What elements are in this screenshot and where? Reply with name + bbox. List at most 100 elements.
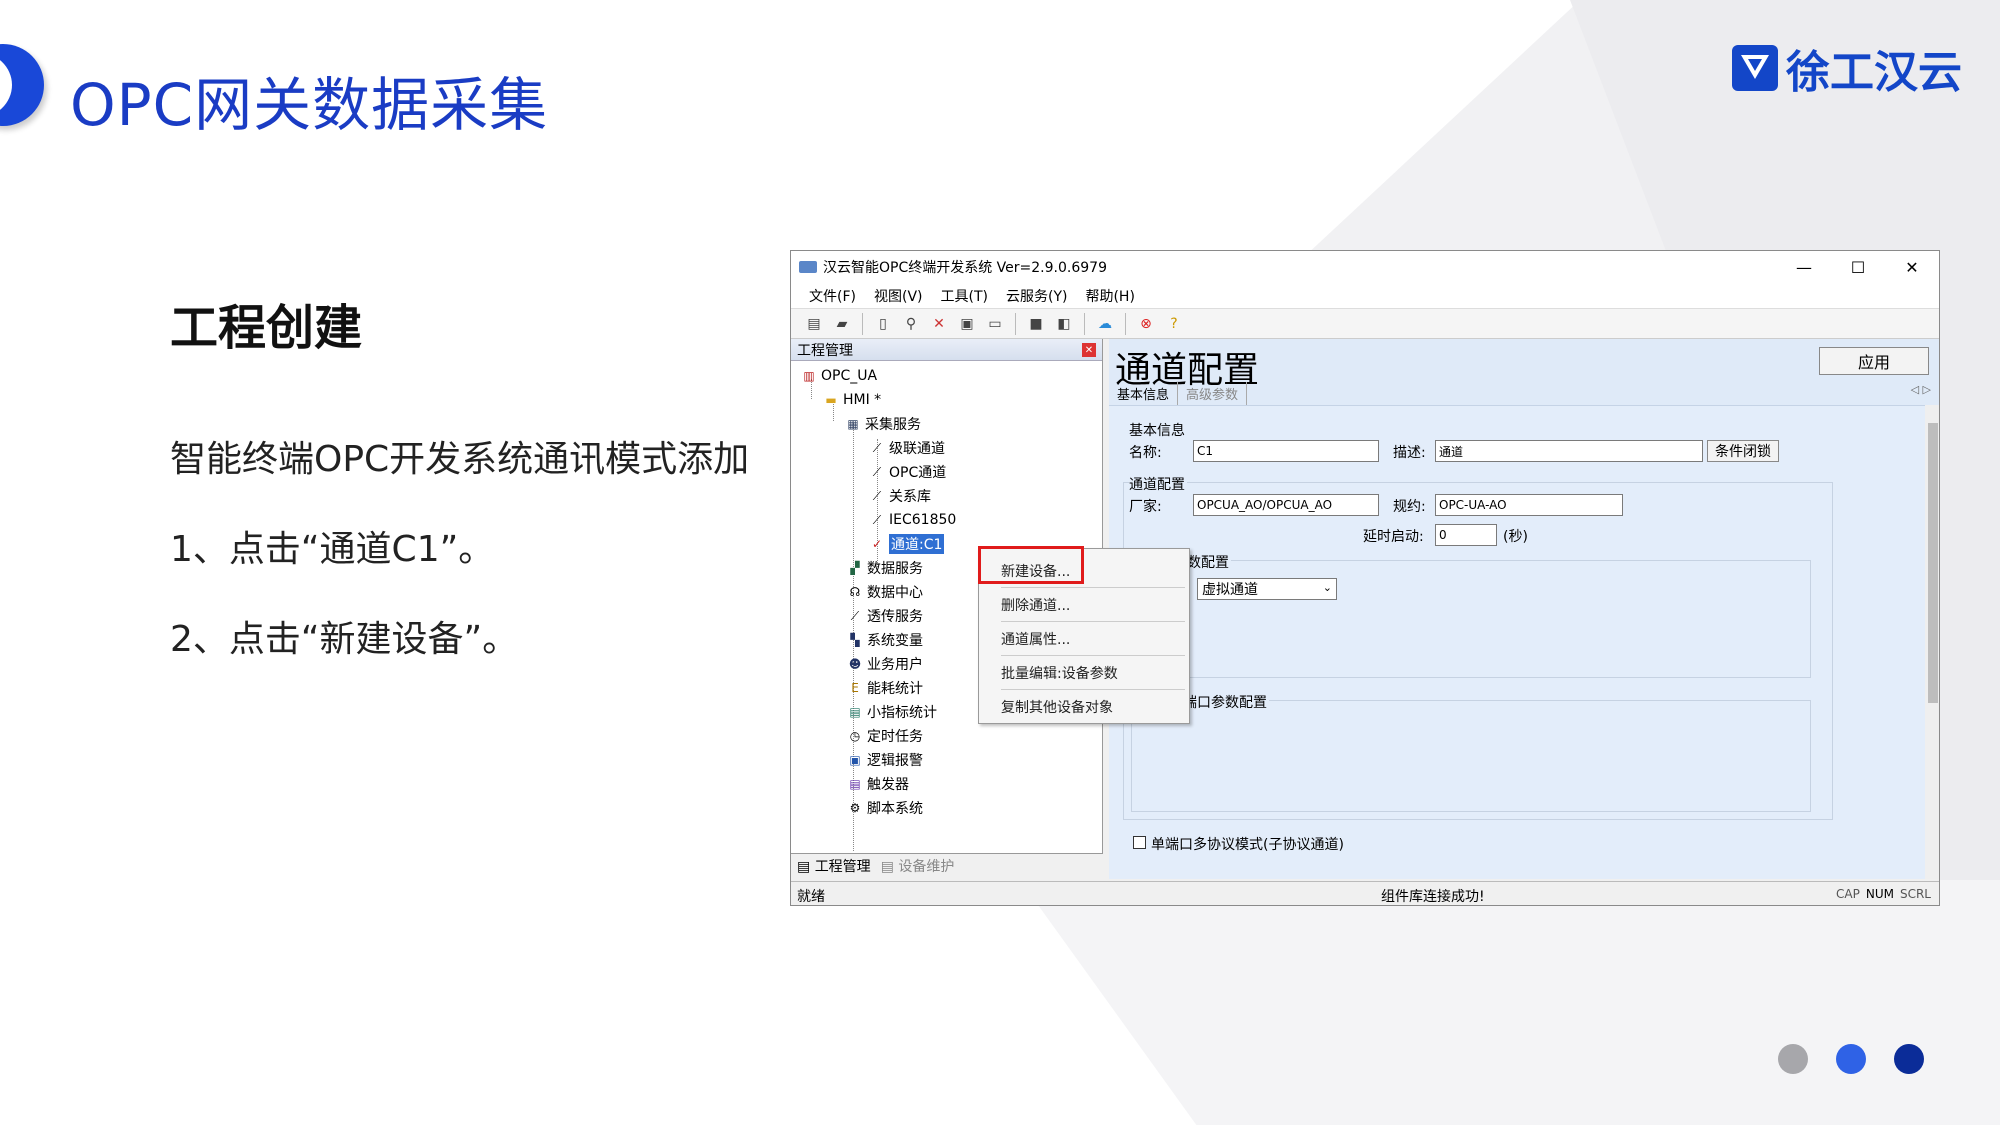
check-icon: ✓ bbox=[871, 537, 883, 551]
project-tree: ▥ OPC_UA ▬ HMI * ▦ 采集服务 ⟋ 级联通道 ⟋ OPC通道 ⟋ 关系库 ⟋… bbox=[791, 361, 1102, 851]
project-pane-header: 工程管理 ✕ bbox=[791, 339, 1102, 361]
tree-node-kpi-stats[interactable]: ▤ 小指标统计 bbox=[847, 701, 937, 723]
toolbar-separator bbox=[862, 312, 863, 335]
menu-item-copy-device[interactable]: 复制其他设备对象 bbox=[1001, 695, 1113, 719]
tree-node-iec61850[interactable]: ⟋ IEC61850 bbox=[869, 509, 957, 531]
menu-item-batch-edit[interactable]: 批量编辑:设备参数 bbox=[1001, 661, 1118, 685]
close-button[interactable]: ✕ bbox=[1885, 251, 1939, 283]
tab-device-maintenance[interactable]: ▤ 设备维护 bbox=[881, 856, 955, 876]
instruction-step-2: 2、点击“新建设备”。 bbox=[170, 619, 519, 660]
passthrough-icon: ⟋ bbox=[850, 608, 860, 623]
tree-node-system-variables[interactable]: ▚ 系统变量 bbox=[847, 629, 923, 651]
channel-config-group-label: 通道配置 bbox=[1129, 474, 1187, 494]
tree-node-data-center[interactable]: ☊ 数据中心 bbox=[847, 581, 923, 603]
logo-mark-icon bbox=[1732, 45, 1778, 91]
tab-project-management[interactable]: ▤ 工程管理 bbox=[797, 856, 871, 876]
properties-icon[interactable]: ▣ bbox=[956, 313, 978, 335]
help-icon[interactable]: ? bbox=[1163, 313, 1185, 335]
alarm-icon: ▣ bbox=[849, 753, 861, 767]
delete-icon[interactable]: ✕ bbox=[928, 313, 950, 335]
tree-node-project[interactable]: ▥ OPC_UA bbox=[801, 365, 877, 387]
stats-icon: ▤ bbox=[849, 705, 861, 719]
tree-node-relational-db[interactable]: ⟋ 关系库 bbox=[869, 485, 931, 507]
tree-node-channel-c1[interactable]: ✓ 通道:C1 bbox=[869, 533, 945, 555]
menu-item-channel-properties[interactable]: 通道属性... bbox=[1001, 627, 1070, 651]
tree-node-passthrough[interactable]: ⟋ 透传服务 bbox=[847, 605, 923, 627]
maximize-button[interactable]: ☐ bbox=[1831, 251, 1885, 283]
toolbar-separator bbox=[1015, 312, 1016, 335]
tree-node-data-service[interactable]: ▞ 数据服务 bbox=[847, 557, 923, 579]
new-project-icon[interactable]: ▤ bbox=[803, 313, 825, 335]
scroll-indicator: SCRL bbox=[1899, 887, 1931, 901]
description-input[interactable]: 通道 bbox=[1435, 440, 1703, 462]
port-config-groupbox bbox=[1131, 700, 1811, 812]
delay-input[interactable]: 0 bbox=[1435, 524, 1497, 546]
multi-protocol-checkbox[interactable] bbox=[1133, 836, 1146, 849]
project-icon: ▥ bbox=[803, 369, 815, 383]
menu-file[interactable]: 文件(F) bbox=[809, 286, 856, 306]
tree-node-cascade-channel[interactable]: ⟋ 级联通道 bbox=[869, 437, 945, 459]
find-icon[interactable]: ⚲ bbox=[900, 313, 922, 335]
name-input[interactable]: C1 bbox=[1193, 440, 1379, 462]
app-window: 汉云智能OPC终端开发系统 Ver=2.9.0.6979 — ☐ ✕ 文件(F)… bbox=[790, 250, 1940, 906]
menu-cloud[interactable]: 云服务(Y) bbox=[1006, 286, 1067, 306]
open-folder-icon[interactable]: ▭ bbox=[984, 313, 1006, 335]
window-title: 汉云智能OPC终端开发系统 Ver=2.9.0.6979 bbox=[823, 260, 1107, 276]
tree-node-collect-service[interactable]: ▦ 采集服务 bbox=[845, 413, 921, 435]
minimize-button[interactable]: — bbox=[1777, 251, 1831, 283]
tree-node-logic-alarm[interactable]: ▣ 逻辑报警 bbox=[847, 749, 923, 771]
vendor-label: 厂家: bbox=[1129, 499, 1162, 515]
window-titlebar[interactable]: 汉云智能OPC终端开发系统 Ver=2.9.0.6979 — ☐ ✕ bbox=[791, 251, 1939, 283]
close-icon[interactable]: ✕ bbox=[1082, 343, 1096, 357]
slide-title: OPC网关数据采集 bbox=[70, 71, 549, 139]
tree-node-script-system[interactable]: ⚙ 脚本系统 bbox=[847, 797, 923, 819]
save-icon[interactable]: ■ bbox=[1025, 313, 1047, 335]
tree-node-trigger[interactable]: ▤ 触发器 bbox=[847, 773, 909, 795]
window-controls: — ☐ ✕ bbox=[1777, 251, 1939, 283]
trigger-icon: ▤ bbox=[849, 777, 861, 791]
tab-scroll-arrows[interactable]: ◁ ▷ bbox=[1911, 383, 1931, 396]
num-indicator: NUM bbox=[1865, 887, 1894, 901]
tree-node-scheduled-tasks[interactable]: ◷ 定时任务 bbox=[847, 725, 923, 747]
save-all-icon[interactable]: ◧ bbox=[1053, 313, 1075, 335]
channel-type-select[interactable]: 虚拟通道 ⌄ bbox=[1197, 578, 1337, 600]
status-ready: 就绪 bbox=[797, 889, 825, 905]
highlight-box bbox=[978, 546, 1084, 584]
indicator-dot bbox=[1894, 1044, 1924, 1074]
multi-protocol-label: 单端口多协议模式(子协议通道) bbox=[1151, 837, 1344, 853]
menu-separator bbox=[1001, 655, 1185, 656]
new-file-icon[interactable]: ▯ bbox=[872, 313, 894, 335]
scrollbar-thumb[interactable] bbox=[1928, 423, 1938, 703]
vendor-input[interactable]: OPCUA_AO/OPCUA_AO bbox=[1193, 494, 1379, 516]
menu-help[interactable]: 帮助(H) bbox=[1085, 286, 1134, 306]
tree-node-energy-stats[interactable]: E 能耗统计 bbox=[847, 677, 923, 699]
menu-item-delete-channel[interactable]: 删除通道... bbox=[1001, 593, 1070, 617]
channel-icon: ⟋ bbox=[872, 488, 882, 503]
toolbar-separator bbox=[1125, 312, 1126, 335]
tree-node-opc-channel[interactable]: ⟋ OPC通道 bbox=[869, 461, 946, 483]
config-scrollbar[interactable] bbox=[1925, 405, 1939, 879]
menu-bar: 文件(F) 视图(V) 工具(T) 云服务(Y) 帮助(H) bbox=[791, 283, 1939, 309]
menu-view[interactable]: 视图(V) bbox=[874, 286, 923, 306]
condition-lock-button[interactable]: 条件闭锁 bbox=[1707, 440, 1779, 462]
basic-info-group-label: 基本信息 bbox=[1129, 423, 1185, 439]
caps-indicator: CAP bbox=[1836, 887, 1860, 901]
open-project-icon[interactable]: ▰ bbox=[831, 313, 853, 335]
menu-tools[interactable]: 工具(T) bbox=[941, 286, 988, 306]
section-heading: 工程创建 bbox=[170, 300, 363, 356]
channel-config-pane: 通道配置 应用 基本信息 高级参数 ◁ ▷ 基本信息 名称: C1 描述: 通道… bbox=[1109, 339, 1939, 879]
tab-advanced-params[interactable]: 高级参数 bbox=[1178, 382, 1248, 405]
apply-button[interactable]: 应用 bbox=[1819, 347, 1929, 375]
cloud-icon[interactable]: ☁ bbox=[1094, 313, 1116, 335]
stop-icon[interactable]: ⊗ bbox=[1135, 313, 1157, 335]
protocol-input[interactable]: OPC-UA-AO bbox=[1435, 494, 1623, 516]
indicator-dot bbox=[1778, 1044, 1808, 1074]
toolbar: ▤ ▰ ▯ ⚲ ✕ ▣ ▭ ■ ◧ ☁ ⊗ ? bbox=[791, 309, 1939, 339]
tab-basic-info[interactable]: 基本信息 bbox=[1109, 382, 1179, 405]
menu-separator bbox=[1001, 689, 1185, 690]
data-service-icon: ▞ bbox=[850, 561, 860, 575]
status-connection: 组件库连接成功! bbox=[1381, 889, 1485, 905]
energy-icon: E bbox=[851, 681, 859, 695]
tree-node-business-users[interactable]: ☻ 业务用户 bbox=[847, 653, 923, 675]
tree-node-hmi[interactable]: ▬ HMI * bbox=[823, 389, 881, 411]
